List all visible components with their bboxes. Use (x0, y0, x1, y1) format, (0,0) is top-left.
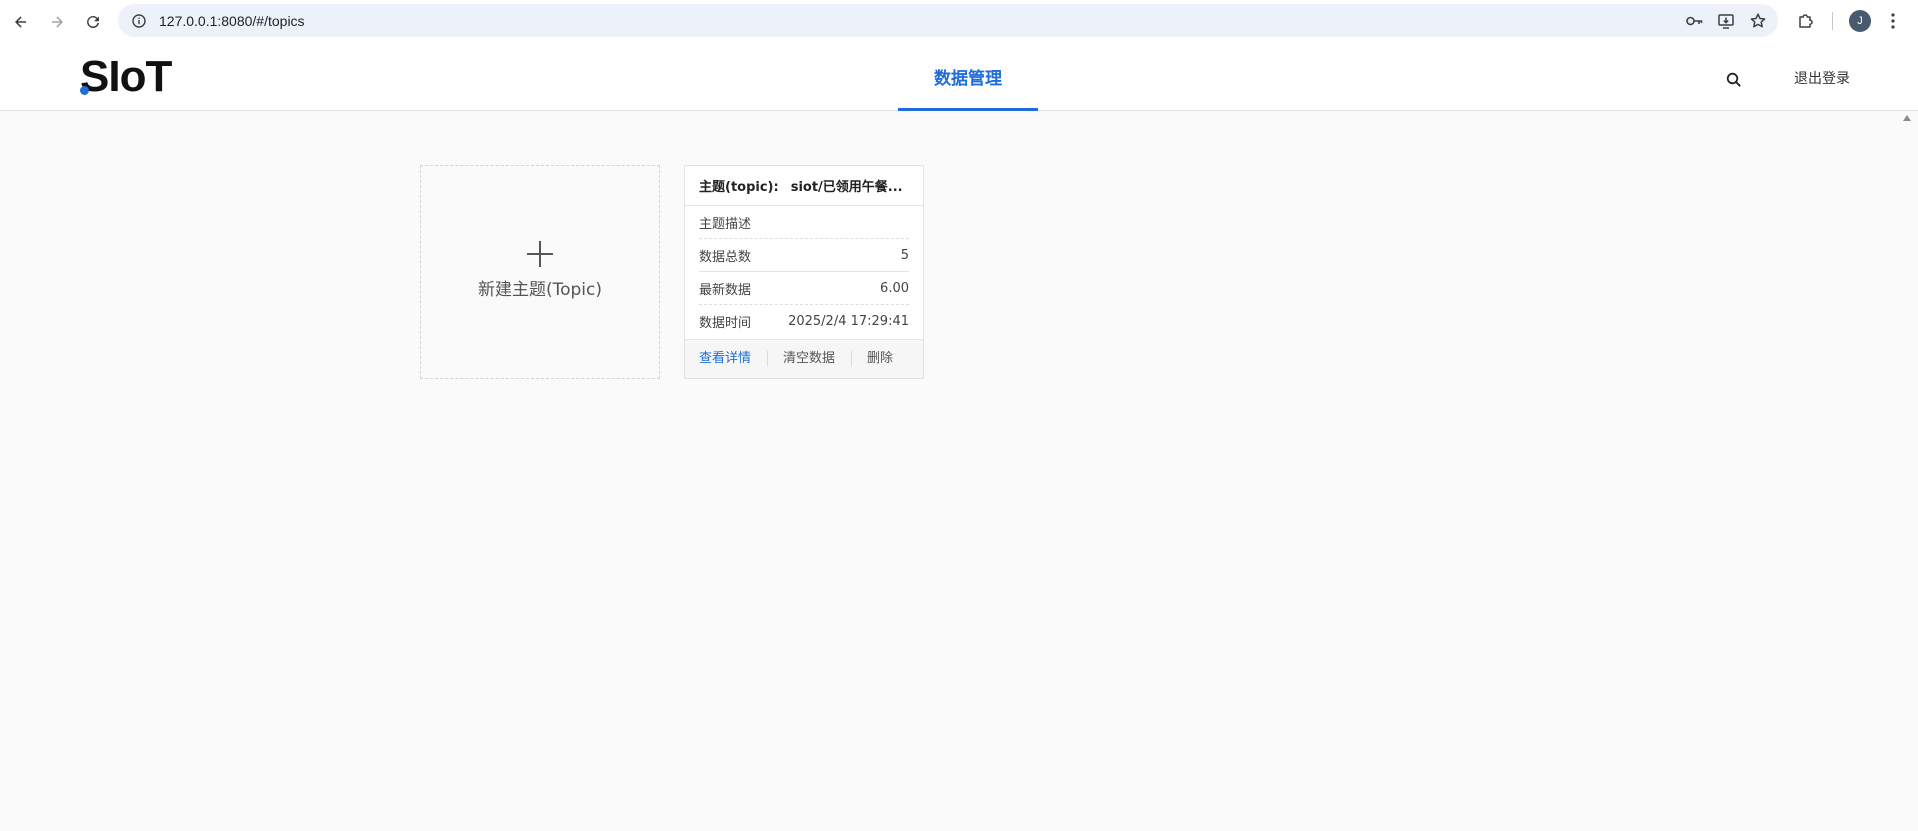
forward-icon[interactable] (40, 5, 74, 39)
browser-toolbar: 127.0.0.1:8080/#/topics J (0, 0, 1918, 44)
topic-card: 主题(topic): siot/已领用午餐... 主题描述 数据总数 5 最新数… (684, 165, 924, 379)
password-key-icon[interactable] (1678, 5, 1710, 37)
siot-logo[interactable]: SIoT (80, 52, 172, 102)
bookmark-star-icon[interactable] (1742, 5, 1774, 37)
url-text[interactable]: 127.0.0.1:8080/#/topics (159, 13, 305, 29)
address-bar[interactable]: 127.0.0.1:8080/#/topics (118, 4, 1778, 37)
row-label: 最新数据 (699, 282, 752, 298)
tab-data-management[interactable]: 数据管理 (898, 44, 1038, 111)
topic-row-total: 数据总数 5 (699, 239, 909, 272)
row-label: 主题描述 (699, 216, 752, 232)
profile-avatar[interactable]: J (1849, 9, 1871, 32)
row-value: 6.00 (880, 280, 909, 296)
topic-actions: 查看详情 清空数据 删除 (685, 339, 923, 378)
logout-button[interactable]: 退出登录 (1794, 68, 1850, 90)
topic-row-description: 主题描述 (699, 206, 909, 239)
topic-title: 主题(topic): siot/已领用午餐... (685, 166, 923, 206)
delete-button[interactable]: 删除 (867, 350, 893, 368)
logo-dot (80, 86, 89, 95)
app-header: SIoT 数据管理 退出登录 (0, 44, 1918, 111)
extensions-icon[interactable] (1790, 5, 1822, 37)
clear-data-button[interactable]: 清空数据 (783, 350, 835, 368)
row-value: 5 (900, 247, 909, 263)
topic-info-list: 主题描述 数据总数 5 最新数据 6.00 数据时间 2025/2/4 17:2… (685, 206, 923, 338)
new-topic-label: 新建主题(Topic) (477, 279, 603, 300)
install-app-icon[interactable] (1710, 5, 1742, 37)
toolbar-divider (1832, 11, 1833, 30)
topic-row-time: 数据时间 2025/2/4 17:29:41 (699, 305, 909, 338)
scrollbar-up-arrow[interactable] (1903, 115, 1911, 121)
new-topic-card[interactable]: 新建主题(Topic) (420, 165, 660, 379)
row-label: 数据总数 (699, 249, 752, 265)
action-divider (767, 351, 769, 367)
site-info-icon[interactable] (124, 6, 154, 36)
row-label: 数据时间 (699, 316, 752, 331)
reload-icon[interactable] (76, 5, 110, 39)
row-value: 2025/2/4 17:29:41 (788, 314, 909, 329)
topic-row-latest: 最新数据 6.00 (699, 272, 909, 305)
topic-title-label: 主题(topic): (699, 180, 779, 195)
back-icon[interactable] (4, 5, 38, 39)
view-details-button[interactable]: 查看详情 (699, 350, 751, 368)
search-icon[interactable] (1722, 68, 1746, 92)
more-menu-icon[interactable] (1877, 5, 1909, 37)
plus-icon (525, 239, 555, 269)
topic-title-value: siot/已领用午餐... (790, 180, 903, 195)
action-divider (851, 351, 853, 367)
